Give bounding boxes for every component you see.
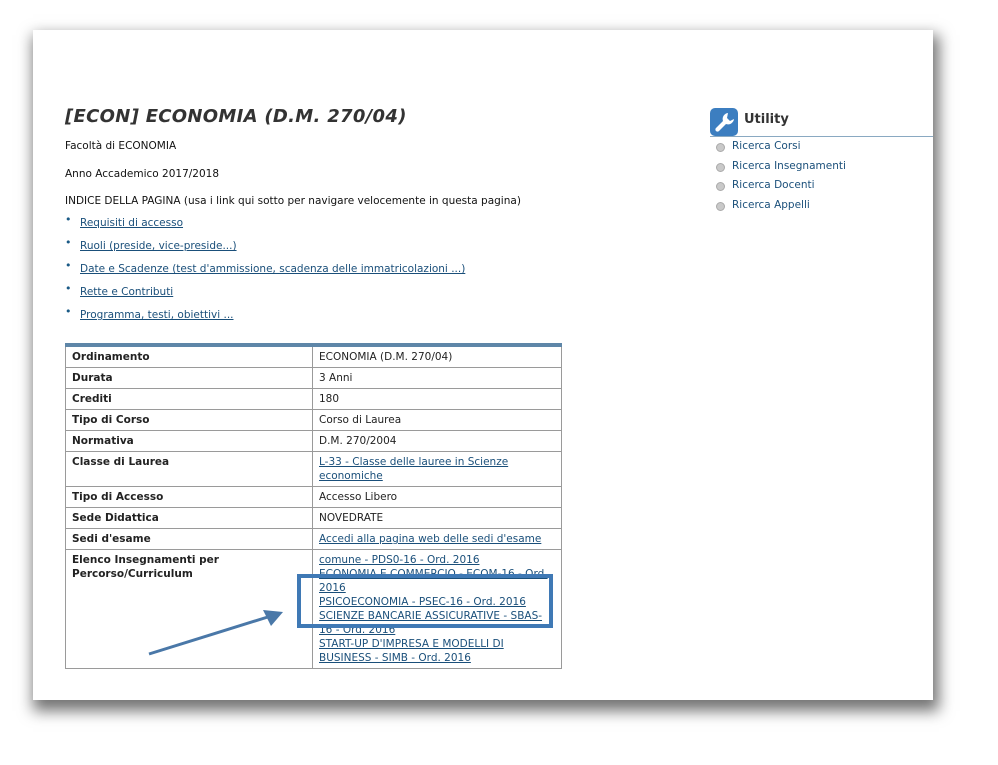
grey-dot-icon [716, 162, 725, 172]
bullet-icon: • [65, 213, 72, 226]
utility-item-label: Ricerca Corsi [732, 140, 801, 152]
page-card: [ECON] ECONOMIA (D.M. 270/04) Facoltà di… [33, 30, 933, 700]
row-value: L-33 - Classe delle lauree in Scienze ec… [312, 451, 562, 487]
table-row: Tipo di Accesso Accesso Libero [65, 486, 562, 508]
table-row: Sede Didattica NOVEDRATE [65, 507, 562, 529]
grey-dot-icon [716, 182, 725, 191]
link-curriculum-simb[interactable]: START-UP D'IMPRESA E MODELLI DI BUSINESS… [319, 637, 555, 665]
row-label: Sedi d'esame [65, 528, 313, 550]
course-info-table: Ordinamento ECONOMIA (D.M. 270/04) Durat… [65, 343, 562, 669]
utility-item-label: Ricerca Docenti [732, 179, 815, 191]
bullet-icon: • [65, 282, 72, 295]
link-programma[interactable]: Programma, testi, obiettivi ... [80, 309, 234, 321]
utility-header: Utility [710, 106, 933, 137]
link-date-scadenze[interactable]: Date e Scadenze (test d'ammissione, scad… [80, 263, 465, 275]
link-requisiti[interactable]: Requisiti di accesso [80, 217, 183, 229]
annotation-arrow-icon [148, 610, 283, 656]
grey-dot-icon [716, 143, 725, 152]
link-rette[interactable]: Rette e Contributi [80, 286, 173, 298]
row-label: Ordinamento [65, 344, 313, 368]
table-row: Tipo di Corso Corso di Laurea [65, 409, 562, 431]
row-value: D.M. 270/2004 [312, 430, 562, 452]
table-row: Normativa D.M. 270/2004 [65, 430, 562, 452]
row-label: Crediti [65, 388, 313, 410]
row-value: Accesso Libero [312, 486, 562, 508]
utility-item[interactable]: Ricerca Appelli [710, 199, 933, 219]
grey-dot-icon [716, 201, 725, 211]
row-label: Sede Didattica [65, 507, 313, 529]
utility-item[interactable]: Ricerca Docenti [710, 179, 933, 199]
utility-panel: Utility Ricerca Corsi Ricerca Insegnamen… [710, 106, 933, 218]
index-heading: INDICE DELLA PAGINA (usa i link qui sott… [65, 195, 521, 207]
row-label: Durata [65, 367, 313, 389]
utility-list: Ricerca Corsi Ricerca Insegnamenti Ricer… [710, 140, 933, 218]
bullet-icon: • [65, 259, 72, 272]
link-ruoli[interactable]: Ruoli (preside, vice-preside...) [80, 240, 237, 252]
row-value: Accedi alla pagina web delle sedi d'esam… [312, 528, 562, 550]
row-value: 180 [312, 388, 562, 410]
table-row: Durata 3 Anni [65, 367, 562, 389]
index-item: • Date e Scadenze (test d'ammissione, sca… [65, 259, 465, 286]
link-curriculum-sbas[interactable]: SCIENZE BANCARIE ASSICURATIVE - SBAS-16 … [319, 609, 555, 637]
row-value: ECONOMIA (D.M. 270/04) [312, 344, 562, 368]
row-value: comune - PDS0-16 - Ord. 2016 ECONOMIA E … [312, 549, 562, 669]
row-value: Corso di Laurea [312, 409, 562, 431]
index-item: • Rette e Contributi [65, 282, 465, 309]
table-row: Ordinamento ECONOMIA (D.M. 270/04) [65, 344, 562, 368]
wrench-icon [710, 108, 738, 136]
row-label: Classe di Laurea [65, 451, 313, 487]
row-label: Tipo di Corso [65, 409, 313, 431]
link-sedi-esame[interactable]: Accedi alla pagina web delle sedi d'esam… [319, 532, 555, 546]
index-item: • Programma, testi, obiettivi ... [65, 305, 465, 332]
index-item: • Requisiti di accesso [65, 213, 465, 240]
utility-item[interactable]: Ricerca Insegnamenti [710, 160, 933, 180]
link-curriculum-comune[interactable]: comune - PDS0-16 - Ord. 2016 [319, 553, 555, 567]
table-row: Crediti 180 [65, 388, 562, 410]
table-row: Classe di Laurea L-33 - Classe delle lau… [65, 451, 562, 487]
link-curriculum-ecom[interactable]: ECONOMIA E COMMERCIO - ECOM-16 - Ord. 20… [319, 567, 555, 595]
table-row: Elenco Insegnamenti per Percorso/Curricu… [65, 549, 562, 669]
utility-title: Utility [744, 112, 789, 127]
link-curriculum-psec[interactable]: PSICOECONOMIA - PSEC-16 - Ord. 2016 [319, 595, 555, 609]
row-label: Tipo di Accesso [65, 486, 313, 508]
row-value: 3 Anni [312, 367, 562, 389]
bullet-icon: • [65, 305, 72, 318]
page-title: [ECON] ECONOMIA (D.M. 270/04) [65, 106, 407, 127]
utility-item[interactable]: Ricerca Corsi [710, 140, 933, 160]
index-item: • Ruoli (preside, vice-preside...) [65, 236, 465, 263]
faculty-label: Facoltà di ECONOMIA [65, 140, 177, 152]
row-label: Normativa [65, 430, 313, 452]
bullet-icon: • [65, 236, 72, 249]
table-row: Sedi d'esame Accedi alla pagina web dell… [65, 528, 562, 550]
utility-item-label: Ricerca Insegnamenti [732, 159, 846, 172]
row-value: NOVEDRATE [312, 507, 562, 529]
academic-year-label: Anno Accademico 2017/2018 [65, 168, 220, 180]
page-index-list: • Requisiti di accesso • Ruoli (preside, v… [65, 213, 465, 332]
utility-item-label: Ricerca Appelli [732, 198, 810, 211]
link-classe-laurea[interactable]: L-33 - Classe delle lauree in Scienze ec… [319, 455, 555, 483]
